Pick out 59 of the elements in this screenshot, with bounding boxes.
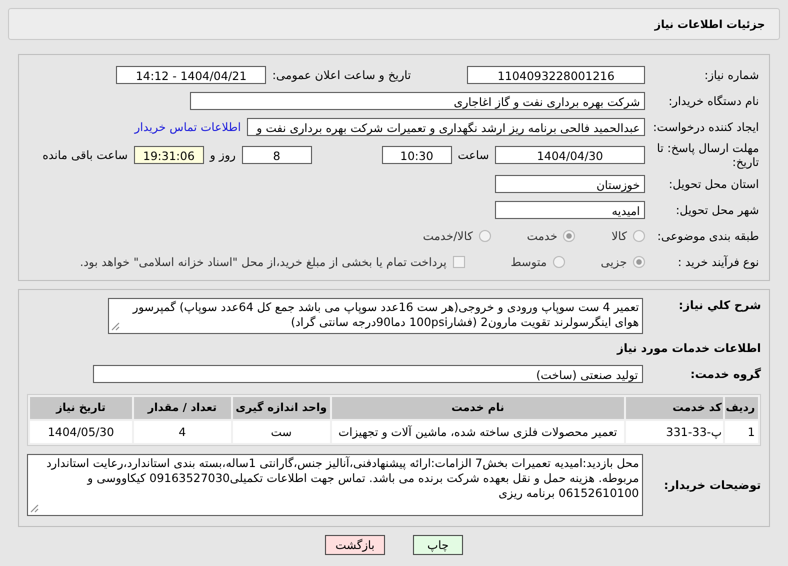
contact-link[interactable]: اطلاعات تماس خریدار	[134, 120, 241, 134]
back-button[interactable]: بازگشت	[325, 534, 385, 555]
table-cell: 1404/05/30	[30, 420, 132, 443]
text-field[interactable]: 1404/04/21 - 14:12	[116, 66, 266, 84]
field-label: تاریخ و ساعت اعلان عمومی:	[272, 68, 411, 82]
field-label: استان محل تحویل:	[668, 176, 759, 191]
text-field[interactable]: 1104093228001216	[467, 66, 645, 84]
radio-label: جزیی	[600, 254, 627, 269]
field-label: گروه خدمت:	[689, 366, 761, 381]
text-field[interactable]: خوزستان	[495, 174, 645, 193]
field-label: ساعت باقی مانده	[42, 148, 128, 162]
countdown-field[interactable]: 19:31:06	[134, 146, 204, 164]
text-area[interactable]: محل بازدید:امیدیه تعمیرات بخش7 الزامات:ارائه پیشنهادفنی،آنالیز جنس،گارانتی 1ساله،بسته بندی استاندارد،رعایت استاندارد مربوطه. هزینه حمل و نقل بعهده شرکت برنده می باشد. تماس جهت اطلاعات تکمیلی09163527030 کیکاووسی و 06152610100 برنامه ریزی	[27, 454, 643, 516]
text-field[interactable]: 10:30	[382, 146, 452, 164]
resize-grip-icon[interactable]	[111, 322, 120, 331]
column-header: نام خدمت	[332, 396, 624, 419]
table-cell: 1	[724, 420, 758, 443]
column-header: واحد اندازه گیری	[232, 396, 330, 419]
text-field[interactable]: عبدالحمید فالحی برنامه ریز ارشد نگهداری و تعمیرات شرکت بهره برداری نفت و	[247, 118, 645, 136]
text-field[interactable]: امیدیه	[495, 200, 645, 219]
field-label: روز و	[210, 148, 236, 162]
field-label: توضیحات خریدار:	[662, 478, 761, 492]
field-label: طبقه بندی موضوعی:	[656, 228, 759, 243]
field-label: نوع فرآیند خرید :	[676, 254, 759, 269]
column-header: کد خدمت	[626, 396, 723, 419]
checkbox[interactable]	[452, 256, 465, 268]
table-cell: 4	[134, 420, 231, 443]
field-label: نام دستگاه خریدار:	[667, 94, 759, 108]
radio-button[interactable]	[633, 230, 645, 242]
text-field[interactable]: 1404/04/30	[495, 146, 645, 164]
column-header: ردیف	[724, 396, 758, 419]
table-cell: تعمیر محصولات فلزی ساخته شده، ماشین آلات و تجهیزات	[332, 420, 624, 443]
field-label: شرح کلي نياز:	[678, 298, 761, 312]
field-label: شماره نیاز:	[703, 68, 759, 82]
table-cell: پ-33-331	[626, 420, 723, 443]
radio-label: کالا/خدمت	[422, 228, 473, 243]
print-button[interactable]: چاپ	[413, 534, 463, 555]
radio-button[interactable]	[633, 256, 645, 268]
field-label: ایجاد کننده درخواست:	[652, 120, 759, 134]
field-label: شهر محل تحویل:	[674, 202, 759, 217]
radio-button[interactable]	[552, 256, 565, 268]
radio-button[interactable]	[478, 230, 491, 242]
radio-button[interactable]	[563, 230, 576, 242]
column-header: تعداد / مقدار	[134, 396, 231, 419]
radio-label: کالا	[611, 228, 627, 243]
text-field[interactable]: شرکت بهره برداری نفت و گاز اغاجاری	[190, 92, 645, 110]
text-area[interactable]: تعمیر 4 ست سوپاپ ورودی و خروجی(هر ست 16عدد سوپاپ می باشد جمع کل 64عدد سوپاپ) گمپرسور هوای اینگرسولرند تقویت مارون2 (فشار100psi دما90درجه سانتی گراد)	[108, 298, 643, 334]
radio-label: متوسط	[510, 254, 547, 269]
field-label: ساعت	[458, 148, 489, 162]
resize-grip-icon[interactable]	[30, 504, 39, 513]
table-cell: ست	[232, 420, 330, 443]
section-heading: اطلاعات خدمات مورد نیاز	[617, 340, 761, 355]
text-field[interactable]: تولید صنعتی (ساخت)	[93, 364, 643, 383]
page-title: جزئیات اطلاعات نیاز	[654, 18, 765, 30]
text-field[interactable]: 8	[242, 146, 312, 164]
column-header: تاریخ نیاز	[30, 396, 132, 419]
radio-label: خدمت	[526, 228, 558, 243]
checkbox-label: پرداخت تمام یا بخشی از مبلغ خرید،از محل "اسناد خزانه اسلامی" خواهد بود.	[80, 254, 447, 269]
field-label: مهلت ارسال پاسخ: تا تاریخ:	[656, 141, 759, 170]
